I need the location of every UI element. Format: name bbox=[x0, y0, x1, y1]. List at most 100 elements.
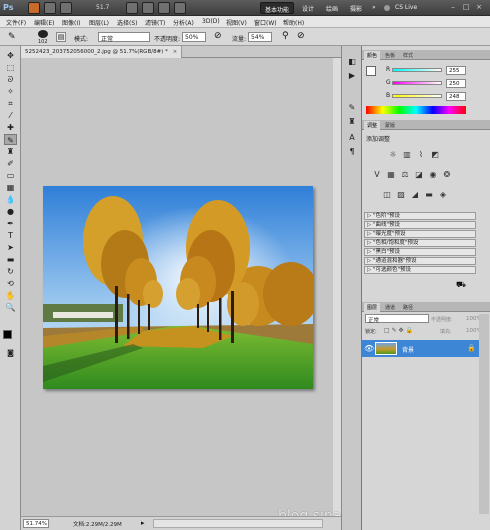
menu-window[interactable]: 窗口(W) bbox=[254, 18, 277, 27]
view-extras-button[interactable] bbox=[60, 2, 72, 14]
menu-analysis[interactable]: 分析(A) bbox=[173, 18, 194, 27]
red-value[interactable]: 255 bbox=[446, 66, 466, 75]
hand-tool-icon[interactable]: ✋ bbox=[4, 290, 17, 301]
shape-tool-icon[interactable]: ▬ bbox=[4, 254, 17, 265]
layers-scrollbar[interactable] bbox=[479, 314, 489, 514]
workspace-design[interactable]: 设计 bbox=[298, 2, 318, 14]
menu-edit[interactable]: 编辑(E) bbox=[34, 18, 54, 27]
horizontal-scrollbar[interactable] bbox=[153, 519, 323, 528]
minimize-button[interactable]: – bbox=[448, 3, 458, 12]
menu-select[interactable]: 选择(S) bbox=[117, 18, 138, 27]
screen-mode-button[interactable] bbox=[174, 2, 186, 14]
preset-levels[interactable]: ▷ "色阶"预设 bbox=[364, 212, 476, 220]
tab-adjustments[interactable]: 调整 bbox=[364, 121, 381, 130]
invert-icon[interactable]: ◫ bbox=[382, 190, 392, 200]
menu-image[interactable]: 图像(I) bbox=[62, 18, 80, 27]
layer-name[interactable]: 背景 bbox=[402, 345, 414, 354]
eraser-tool-icon[interactable]: ▭ bbox=[4, 170, 17, 181]
close-button[interactable]: × bbox=[474, 3, 484, 12]
tab-swatches[interactable]: 色板 bbox=[382, 51, 398, 60]
lock-icons[interactable]: □ ✎ ✥ 🔒 bbox=[384, 327, 413, 334]
document-tab[interactable]: 5252423_203752056000_2.jpg @ 51.7%(RGB/8… bbox=[21, 46, 183, 58]
foreground-swatch-panel[interactable] bbox=[366, 66, 376, 76]
preset-black-white[interactable]: ▷ "黑白"预设 bbox=[364, 248, 476, 256]
menu-filter[interactable]: 滤镜(T) bbox=[145, 18, 165, 27]
cs-live-button[interactable]: CS Live bbox=[391, 2, 421, 14]
curves-icon[interactable]: ⌇ bbox=[416, 150, 426, 160]
more-workspaces[interactable]: » bbox=[368, 2, 380, 14]
foreground-color-swatch[interactable] bbox=[3, 330, 12, 339]
visibility-eye-icon[interactable]: 👁 bbox=[364, 344, 374, 353]
preset-selective-color[interactable]: ▷ "可选颜色"预设 bbox=[364, 266, 476, 274]
blue-value[interactable]: 248 bbox=[446, 92, 466, 101]
dodge-tool-icon[interactable]: ● bbox=[4, 206, 17, 217]
tab-layers[interactable]: 图层 bbox=[364, 303, 381, 312]
gradient-tool-icon[interactable]: ▦ bbox=[4, 182, 17, 193]
mini-bridge-button[interactable] bbox=[44, 2, 56, 14]
tab-styles[interactable]: 样式 bbox=[400, 51, 416, 60]
brush-panel-icon[interactable]: ▤ bbox=[56, 32, 66, 42]
tab-paths[interactable]: 路径 bbox=[400, 303, 416, 312]
eyedropper-tool-icon[interactable]: ⁄ bbox=[4, 110, 17, 121]
menu-help[interactable]: 帮助(H) bbox=[283, 18, 304, 27]
history-brush-tool-icon[interactable]: ✐ bbox=[4, 158, 17, 169]
layer-row-background[interactable]: 👁 背景 🔒 bbox=[362, 340, 479, 357]
3d-rotate-tool-icon[interactable]: ↻ bbox=[4, 266, 17, 277]
character-panel-icon[interactable]: A bbox=[346, 132, 358, 144]
workspace-photography[interactable]: 摄影 bbox=[346, 2, 366, 14]
document-tab-close[interactable]: × bbox=[173, 49, 178, 55]
black-white-icon[interactable]: ◪ bbox=[414, 170, 424, 180]
hand-tool-button[interactable] bbox=[126, 2, 138, 14]
brush-tool-icon[interactable]: ✎ bbox=[4, 134, 17, 145]
pen-tool-icon[interactable]: ✒ bbox=[4, 218, 17, 229]
quick-mask-icon[interactable]: ◙ bbox=[4, 348, 17, 359]
channel-mixer-icon[interactable]: ❂ bbox=[442, 170, 452, 180]
arrange-documents-button[interactable] bbox=[158, 2, 170, 14]
type-tool-icon[interactable]: T bbox=[4, 230, 17, 241]
menu-layer[interactable]: 图层(L) bbox=[89, 18, 109, 27]
lasso-tool-icon[interactable]: ᘐ bbox=[4, 74, 17, 85]
vibrance-icon[interactable]: V bbox=[372, 170, 382, 180]
green-slider[interactable] bbox=[392, 81, 442, 85]
preset-channel-mixer[interactable]: ▷ "通道混和器"预设 bbox=[364, 257, 476, 265]
posterize-icon[interactable]: ▨ bbox=[396, 190, 406, 200]
tab-color[interactable]: 颜色 bbox=[364, 51, 381, 60]
preset-curves[interactable]: ▷ "曲线"预设 bbox=[364, 221, 476, 229]
marquee-tool-icon[interactable]: ⬚ bbox=[4, 62, 17, 73]
bridge-button[interactable] bbox=[28, 2, 40, 14]
exposure-icon[interactable]: ◩ bbox=[430, 150, 440, 160]
clone-source-icon[interactable]: ♜ bbox=[346, 116, 358, 128]
airbrush-icon[interactable]: ⚲ bbox=[282, 31, 289, 41]
history-panel-icon[interactable]: ◧ bbox=[346, 56, 358, 68]
color-balance-icon[interactable]: ⚖ bbox=[400, 170, 410, 180]
threshold-icon[interactable]: ◢ bbox=[410, 190, 420, 200]
brightness-icon[interactable]: ☼ bbox=[388, 150, 398, 160]
menu-3d[interactable]: 3D(D) bbox=[202, 18, 220, 25]
size-pressure-icon[interactable]: ⊘ bbox=[297, 31, 305, 41]
green-value[interactable]: 250 bbox=[446, 79, 466, 88]
blue-slider[interactable] bbox=[392, 94, 442, 98]
menu-view[interactable]: 视图(V) bbox=[226, 18, 247, 27]
color-spectrum-bar[interactable] bbox=[366, 106, 466, 114]
blur-tool-icon[interactable]: 💧 bbox=[4, 194, 17, 205]
opacity-field[interactable]: 50% bbox=[182, 32, 206, 42]
3d-orbit-tool-icon[interactable]: ⟲ bbox=[4, 278, 17, 289]
selective-color-icon[interactable]: ◈ bbox=[438, 190, 448, 200]
gradient-map-icon[interactable]: ▬ bbox=[424, 190, 434, 200]
flow-field[interactable]: 54% bbox=[248, 32, 272, 42]
adjustment-options-icon[interactable]: ⛟ bbox=[456, 280, 466, 290]
levels-icon[interactable]: ▥ bbox=[402, 150, 412, 160]
preset-hue-saturation[interactable]: ▷ "色相/饱和度"预设 bbox=[364, 239, 476, 247]
red-slider[interactable] bbox=[392, 68, 442, 72]
path-selection-tool-icon[interactable]: ➤ bbox=[4, 242, 17, 253]
crop-tool-icon[interactable]: ⌗ bbox=[4, 98, 17, 109]
paragraph-panel-icon[interactable]: ¶ bbox=[346, 146, 358, 158]
actions-panel-icon[interactable]: ▶ bbox=[346, 70, 358, 82]
healing-brush-tool-icon[interactable]: ✚ bbox=[4, 122, 17, 133]
status-menu-arrow-icon[interactable]: ▸ bbox=[141, 519, 145, 527]
photo-filter-icon[interactable]: ◉ bbox=[428, 170, 438, 180]
workspace-essentials[interactable]: 基本功能 bbox=[260, 2, 295, 14]
clone-stamp-tool-icon[interactable]: ♜ bbox=[4, 146, 17, 157]
tab-channels[interactable]: 通道 bbox=[382, 303, 398, 312]
hue-saturation-icon[interactable]: ▦ bbox=[386, 170, 396, 180]
